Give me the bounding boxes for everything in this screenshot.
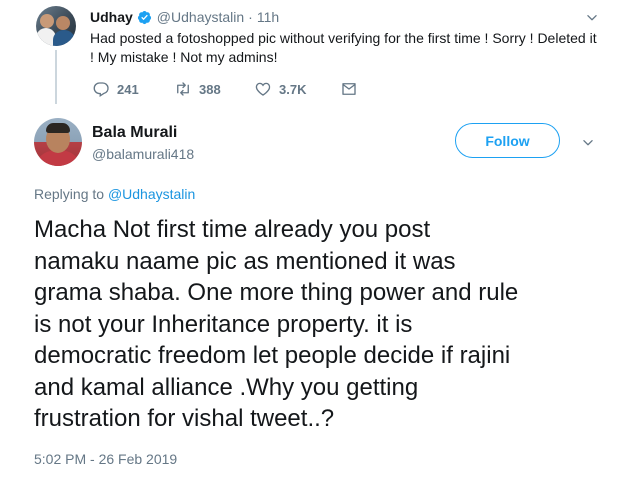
parent-author-name[interactable]: Udhay [90,9,133,25]
like-icon [255,82,271,96]
replying-to-handle-link[interactable]: @Udhaystalin [108,186,195,202]
reply-count: 241 [117,81,139,97]
direct-message-button[interactable] [340,80,358,98]
chevron-down-icon[interactable] [581,136,595,150]
tweet-text-line: and kamal alliance .Why you getting [34,373,419,401]
parent-avatar[interactable] [36,6,76,46]
reply-icon [93,82,109,97]
author-handle[interactable]: @balamurali418 [92,146,194,162]
separator-dot: · [248,9,253,25]
retweet-button[interactable]: 388 [174,80,254,98]
tweet-text-line: is not your Inheritance property. it is [34,310,413,338]
thread-connector-line [55,50,57,104]
author-name[interactable]: Bala Murali [92,124,177,142]
author-avatar[interactable] [34,118,82,166]
tweet-text-line: democratic freedom let people decide if … [34,342,511,369]
follow-button[interactable]: Follow [455,123,560,158]
tweet-text: Macha Not first time already you post na… [34,214,620,435]
tweet-timestamp[interactable]: 5:02 PM - 26 Feb 2019 [34,451,177,467]
tweet-text-line: grama shaba. One more thing power and ru… [34,279,519,306]
chevron-down-icon[interactable] [585,11,599,25]
replying-to-label: Replying to [34,186,108,202]
parent-tweet-time[interactable]: 11h [257,9,279,25]
parent-tweet-actions: 241 388 3.7K [92,80,358,98]
replying-to: Replying to @Udhaystalin [34,186,195,202]
like-button[interactable]: 3.7K [254,80,340,98]
parent-tweet-header: Udhay @Udhaystalin · 11h [90,9,279,25]
tweet-text-line: Macha Not first time already you post [34,216,431,243]
verified-badge-icon [137,10,151,24]
tweet-text-line: frustration for vishal tweet..? [34,405,335,432]
tweet-text-line: namaku naame pic as mentioned it was [34,247,456,275]
retweet-icon [177,82,189,96]
parent-tweet[interactable]: Udhay @Udhaystalin · 11h Had posted a fo… [0,0,628,104]
reply-button[interactable]: 241 [92,80,174,98]
parent-author-handle[interactable]: @Udhaystalin [157,9,244,25]
parent-tweet-text: Had posted a fotoshopped pic without ver… [90,30,597,65]
direct-message-icon [342,83,356,95]
retweet-count: 388 [199,81,221,97]
like-count: 3.7K [279,81,307,97]
